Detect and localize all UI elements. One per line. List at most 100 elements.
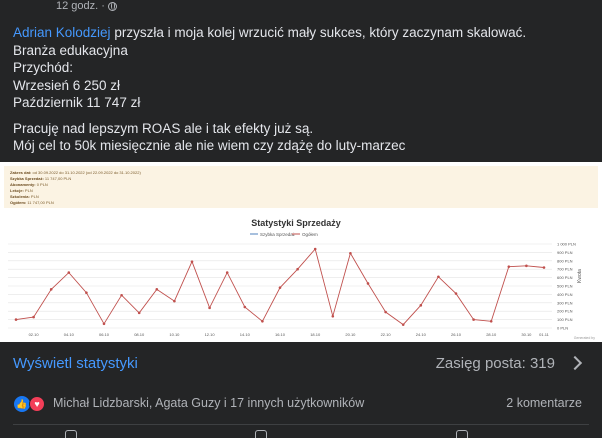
chart-series [14,247,546,326]
actions-divider [13,424,589,425]
x-tick-label: 04.10 [64,332,75,337]
y-axis: 0 PLN 100 PLN 200 PLN 300 PLN 400 PLN 500 PLN… [557,242,576,331]
data-point [14,318,18,321]
y-tick-label: 500 PLN [557,284,573,289]
summary-total: Ogółem: 11 747,00 PLN [10,200,54,205]
love-reaction-icon[interactable]: ♥ [29,396,45,412]
summary-subscriptions: Abonamenty: 0 PLN [10,182,48,187]
mention-link[interactable]: Adrian Kolodziej [13,25,111,40]
view-stats-link[interactable]: Wyświetl statystyki [13,355,138,372]
post-line-industry: Branża edukacyjna [13,42,128,58]
data-point [313,247,317,251]
data-point [507,265,511,268]
data-point [472,318,475,321]
y-tick-label: 0 PLN [557,326,568,331]
legend-label-series-2: Ogółem [302,232,318,237]
summary-trainings: Szkolenia: PLN [10,194,39,199]
data-point [278,286,282,289]
y-tick-label: 200 PLN [557,309,573,314]
data-point [155,288,159,291]
y-tick-label: 400 PLN [557,292,573,297]
data-point [489,319,493,323]
data-point [225,271,229,274]
summary-lessons: Lekcje: PLN [10,188,33,193]
data-point [261,319,264,323]
data-point [401,323,405,326]
post-line-october: Październik 11 747 zł [13,95,141,110]
post-reach[interactable]: Zasięg posta: 319 [436,355,555,372]
data-point [331,314,335,318]
x-tick-label: 18.10 [310,332,321,337]
data-point [102,322,106,326]
comment-action-icon[interactable] [254,428,268,438]
data-point [120,293,123,297]
y-axis-title: Kwota [577,269,583,283]
chart-footer-credit: Generated by [574,336,595,340]
data-point [67,271,71,274]
chart-title: Statystyki Sprzedaży [251,218,341,228]
y-tick-label: 800 PLN [557,258,573,263]
y-tick-label: 900 PLN [557,250,573,255]
post-header: 12 godz. · [0,0,602,16]
data-point [173,299,176,303]
data-point [296,267,299,271]
data-point [32,315,35,319]
post-action-bar [0,428,602,438]
chevron-right-icon[interactable] [567,355,583,371]
timestamp-text[interactable]: 12 godz. · [56,0,105,12]
reactions-row[interactable]: 👍 ♥ Michał Lidzbarski, Agata Guzy i 17 i… [0,390,602,416]
x-tick-label: 12.10 [205,332,216,337]
y-tick-label: 700 PLN [557,267,573,272]
x-tick-label: 01.11 [539,332,549,337]
x-tick-label: 24.10 [416,332,427,337]
y-tick-label: 100 PLN [557,317,573,322]
post-image[interactable]: Zakres dat: od 30.09.2022 do 31.10.2022 … [0,162,602,342]
data-point [366,282,370,285]
data-point [454,292,458,295]
intro-text: przyszła i moja kolej wrzucić mały sukce… [110,25,527,40]
data-point [190,260,194,263]
x-tick-label: 16.10 [275,332,286,337]
data-point [419,304,423,307]
y-tick-label: 600 PLN [557,275,573,280]
data-point [243,305,247,309]
x-tick-label: 28.10 [486,332,497,337]
share-action-icon[interactable] [455,428,469,438]
post-line-september: Wrzesień 6 250 zł [13,77,121,93]
summary-date-range: Zakres dat: od 30.09.2022 do 31.10.2022 … [10,170,141,175]
x-tick-label: 08.10 [134,332,145,337]
x-tick-label: 26.10 [451,332,462,337]
like-action-icon[interactable] [64,428,78,438]
post-line-revenue-label: Przychód: [13,60,74,75]
post-line-goal: Mój cel to 50k miesięcznie ale nie wiem … [13,138,406,153]
x-axis: 02.10 04.10 06.10 08.10 10.10 12.10 14.10 16.10… [29,332,550,337]
data-point [137,311,141,315]
x-tick-label: 20.10 [345,332,356,337]
data-point [437,275,440,279]
x-tick-label: 10.10 [169,332,180,337]
data-point [85,291,88,295]
data-point [49,288,53,291]
reactors-summary[interactable]: Michał Lidzbarski, Agata Guzy i 17 innyc… [53,396,364,410]
x-tick-label: 14.10 [240,332,251,337]
data-point [349,251,352,255]
y-tick-label: 1 000 PLN [557,242,576,247]
sales-line-chart: Statystyki Sprzedaży Szybka Sprzedaż Ogó… [8,218,595,340]
data-point [525,264,528,268]
x-tick-label: 30.10 [521,332,532,337]
post-timestamp[interactable]: 12 godz. · [56,0,117,12]
data-point [542,266,546,269]
post-line-intro: Adrian Kolodziej przyszła i moja kolej w… [13,24,593,42]
chart-legend: Szybka Sprzedaż Ogółem [250,232,318,237]
data-point [208,306,211,310]
stats-summary-box: Zakres dat: od 30.09.2022 do 31.10.2022 … [4,166,598,208]
comments-count[interactable]: 2 komentarze [506,396,582,410]
legend-label-series-1: Szybka Sprzedaż [260,232,296,237]
summary-quick-sale: Szybka Sprzedaż: 11 747,00 PLN [10,176,72,181]
x-tick-label: 06.10 [99,332,110,337]
like-reaction-icon[interactable]: 👍 [14,396,30,412]
globe-icon [107,1,117,11]
x-tick-label: 22.10 [381,332,392,337]
stats-link-row[interactable]: Wyświetl statystyki Zasięg posta: 319 [0,342,602,386]
